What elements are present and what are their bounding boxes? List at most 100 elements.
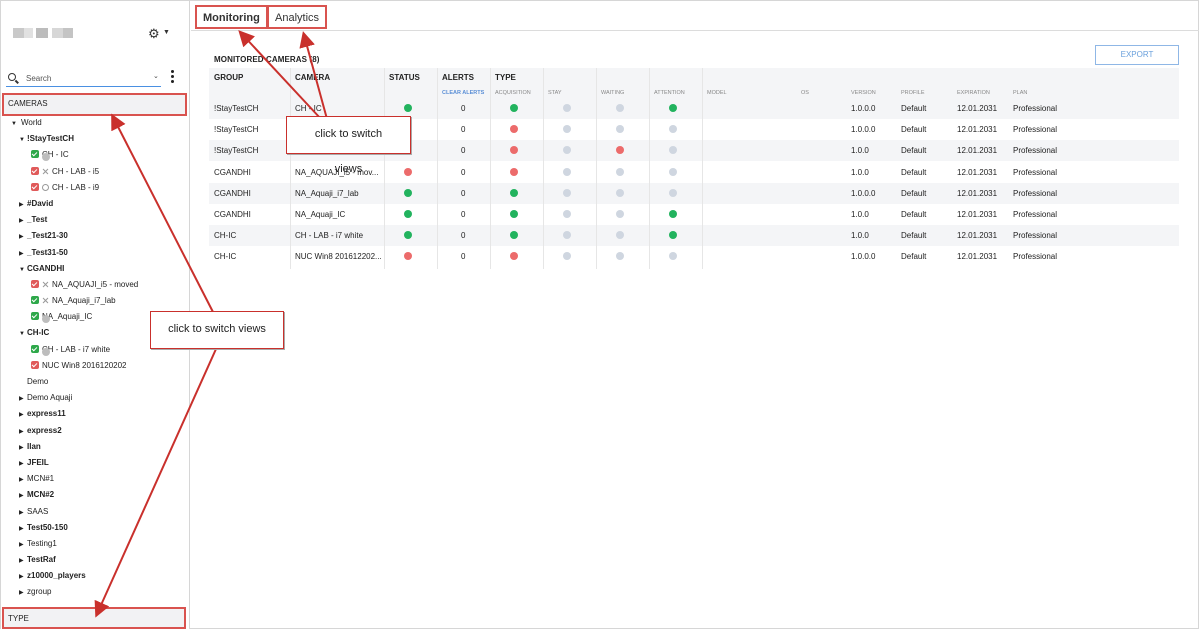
- status-dot-icon: [42, 153, 50, 162]
- tree-group-item[interactable]: ▼ World: [1, 115, 189, 131]
- tree-group-item[interactable]: ▶ _Test31-50: [1, 245, 189, 261]
- caret-right-icon[interactable]: ▶: [19, 456, 27, 472]
- tree-group-item[interactable]: Demo: [1, 374, 189, 390]
- tree-group-item[interactable]: ▶ z10000_players: [1, 568, 189, 584]
- tree-item-label: NUC Win8 2016120202: [42, 360, 127, 370]
- tree-group-item[interactable]: ▶ MCN#2: [1, 487, 189, 503]
- caret-right-icon[interactable]: ▶: [19, 246, 27, 262]
- tree-group-item[interactable]: ▶ zgroup: [1, 584, 189, 600]
- cameras-section-header[interactable]: CAMERAS: [2, 93, 187, 116]
- caret-right-icon[interactable]: ▶: [19, 585, 27, 601]
- caret-right-icon[interactable]: ▶: [19, 505, 27, 521]
- caret-right-icon[interactable]: ▶: [19, 213, 27, 229]
- tree-camera-item[interactable]: CH - LAB - i5: [1, 164, 189, 180]
- cell-plan: Professional: [1013, 210, 1058, 219]
- callout-switch-views-middle: click to switch views: [150, 311, 284, 349]
- tree-item-label: NA_Aquaji_i7_lab: [52, 296, 116, 306]
- tree-group-item[interactable]: ▶ express2: [1, 423, 189, 439]
- tree-item-label: TestRaf: [27, 555, 56, 565]
- caret-right-icon[interactable]: ▶: [19, 229, 27, 245]
- tree-camera-item[interactable]: NA_Aquaji_i7_lab: [1, 293, 189, 309]
- checkbox[interactable]: [31, 360, 39, 369]
- caret-right-icon[interactable]: ▶: [19, 391, 27, 407]
- tree-group-item[interactable]: ▶ _Test21-30: [1, 228, 189, 244]
- checkbox[interactable]: [31, 182, 39, 191]
- checkbox[interactable]: [31, 150, 39, 159]
- tree-group-item[interactable]: ▶ JFEIL: [1, 455, 189, 471]
- caret-right-icon[interactable]: ▶: [19, 521, 27, 537]
- table-row[interactable]: CH-IC CH - LAB - i7 white 0 1.0.0 Default 12.…: [209, 225, 1179, 247]
- search-box: ⌄: [6, 70, 161, 87]
- stay-status-dot: [563, 231, 571, 240]
- table-row[interactable]: CGANDHI NA_Aquaji_IC 0 1.0.0 Default 12.01.20…: [209, 204, 1179, 225]
- tree-group-item[interactable]: ▶ Test50-150: [1, 520, 189, 536]
- checkbox[interactable]: [31, 279, 39, 288]
- tree-group-item[interactable]: ▶ TestRaf: [1, 552, 189, 568]
- tree-group-item[interactable]: ▶ Testing1: [1, 536, 189, 552]
- column-header-group[interactable]: GROUP: [214, 73, 243, 82]
- cell-version: 1.0.0: [851, 210, 869, 219]
- caret-right-icon[interactable]: ▶: [19, 424, 27, 440]
- caret-down-icon[interactable]: ▼: [19, 132, 27, 148]
- caret-down-icon[interactable]: ▼: [19, 326, 27, 342]
- checkbox[interactable]: [31, 166, 39, 175]
- cell-alerts: 0: [461, 167, 466, 177]
- caret-right-icon[interactable]: ▶: [19, 440, 27, 456]
- tree-item-label: _Test21-30: [27, 231, 68, 241]
- tree-group-item[interactable]: ▶ _Test: [1, 212, 189, 228]
- tree-group-item[interactable]: ▶ express11: [1, 406, 189, 422]
- type-section-header[interactable]: TYPE: [2, 607, 186, 629]
- column-header-acquisition: ACQUISITION: [495, 90, 531, 96]
- caret-right-icon[interactable]: ▶: [19, 472, 27, 488]
- app-window: ⚙ ▼ ⌄ CAMERAS ▼World▼!StayTestCHCH - ICC…: [0, 0, 1199, 629]
- tree-group-item[interactable]: ▶ #David: [1, 196, 189, 212]
- caret-right-icon[interactable]: ▶: [19, 537, 27, 553]
- checkbox[interactable]: [31, 344, 39, 353]
- clear-alerts-link[interactable]: CLEAR ALERTS: [442, 90, 484, 96]
- tree-camera-item[interactable]: NUC Win8 2016120202: [1, 358, 189, 374]
- tree-camera-item[interactable]: CH - IC: [1, 147, 189, 163]
- more-options-icon[interactable]: [171, 70, 175, 84]
- column-header-camera[interactable]: CAMERA: [295, 73, 330, 82]
- caret-right-icon[interactable]: ▶: [19, 197, 27, 213]
- caret-right-icon[interactable]: ▶: [19, 553, 27, 569]
- tree-item-label: express2: [27, 425, 62, 435]
- tree-camera-item[interactable]: CH - LAB - i9: [1, 180, 189, 196]
- caret-down-icon[interactable]: ▼: [163, 29, 170, 36]
- caret-down-icon[interactable]: ▼: [19, 262, 27, 278]
- tree-item-label: Testing1: [27, 538, 57, 548]
- gear-icon[interactable]: ⚙: [148, 26, 160, 42]
- acquisition-status-dot: [510, 146, 518, 155]
- tab-monitoring[interactable]: Monitoring: [195, 5, 268, 29]
- cell-group: CGANDHI: [214, 188, 251, 198]
- tree-group-item[interactable]: ▶ Demo Aquaji: [1, 390, 189, 406]
- column-header-type[interactable]: TYPE: [495, 73, 516, 82]
- tree-group-item[interactable]: ▼ !StayTestCH: [1, 131, 189, 147]
- stay-status-dot: [563, 125, 571, 134]
- column-header-os: OS: [801, 90, 809, 96]
- tree-camera-item[interactable]: NA_AQUAJI_i5 - moved: [1, 277, 189, 293]
- caret-right-icon[interactable]: ▶: [19, 488, 27, 504]
- tree-item-label: CGANDHI: [27, 263, 65, 273]
- column-divider: [437, 68, 438, 269]
- tree-group-item[interactable]: ▶ Ilan: [1, 439, 189, 455]
- tree-group-item[interactable]: ▼ CGANDHI: [1, 261, 189, 277]
- tab-analytics[interactable]: Analytics: [267, 5, 328, 29]
- checkbox[interactable]: [31, 296, 39, 305]
- caret-down-icon[interactable]: ▼: [11, 116, 19, 132]
- caret-right-icon[interactable]: ▶: [19, 407, 27, 423]
- column-header-alerts[interactable]: ALERTS: [442, 73, 474, 82]
- column-header-status[interactable]: STATUS: [389, 73, 420, 82]
- column-header-stay: STAY: [548, 90, 562, 96]
- tree-group-item[interactable]: ▶ MCN#1: [1, 471, 189, 487]
- search-input[interactable]: [26, 71, 146, 85]
- checkbox[interactable]: [31, 312, 39, 321]
- waiting-status-dot: [616, 210, 624, 218]
- chevron-down-icon[interactable]: ⌄: [153, 72, 159, 80]
- table-row[interactable]: CH-IC NUC Win8 201612202... 0 1.0.0.0 Defaul…: [209, 246, 1179, 267]
- tree-group-item[interactable]: ▶ SAAS: [1, 504, 189, 520]
- view-tabs: Monitoring Analytics: [191, 1, 1199, 31]
- column-header-profile: PROFILE: [901, 90, 925, 96]
- export-button[interactable]: EXPORT: [1095, 45, 1179, 65]
- caret-right-icon[interactable]: ▶: [19, 569, 27, 585]
